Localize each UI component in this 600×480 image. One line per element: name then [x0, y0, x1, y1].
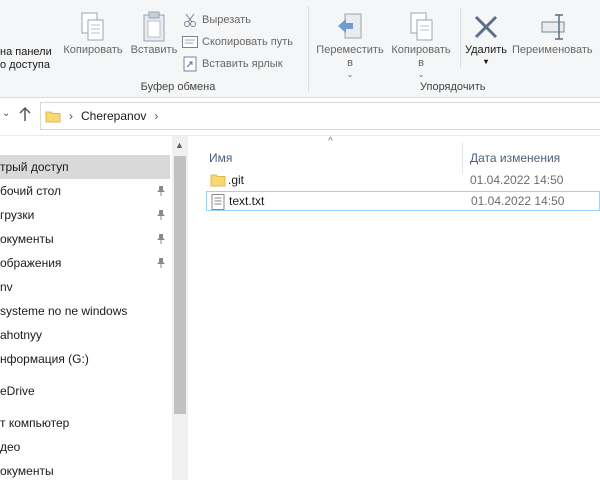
nav-item-pc-documents[interactable]: окументы	[0, 459, 170, 480]
clipboard-group: Копировать Вставить Вырезать Скопировать…	[58, 0, 308, 98]
nav-item-label: део	[0, 440, 21, 454]
nav-scrollbar[interactable]: ▲	[172, 136, 188, 480]
shortcut-icon	[182, 56, 198, 72]
folder-icon	[45, 108, 61, 124]
nav-item-label: окументы	[0, 232, 54, 246]
nav-item-label: ahotnyy	[0, 328, 43, 342]
chevron-down-icon: ⌄	[346, 70, 354, 79]
paste-button[interactable]: Вставить	[128, 10, 180, 57]
ribbon-separator	[460, 8, 461, 68]
copy-to-button[interactable]: Копировать в ⌄	[386, 10, 456, 79]
nav-item-label: грузки	[0, 208, 35, 222]
ribbon: на панели о доступа Копировать Вставить …	[0, 0, 600, 98]
copy-path-label: Скопировать путь	[202, 36, 293, 48]
pin-label-line2: о доступа	[0, 59, 50, 71]
nav-item-desktop[interactable]: бочий стол	[0, 179, 170, 203]
nav-item-systeme[interactable]: systeme no ne windows	[0, 299, 170, 323]
text-file-icon	[211, 194, 227, 210]
folder-icon	[210, 172, 226, 188]
copy-icon	[60, 10, 126, 44]
copy-path-button[interactable]: Скопировать путь	[182, 32, 293, 52]
delete-x-icon	[462, 10, 510, 44]
chevron-down-icon: ▾	[483, 57, 488, 66]
pin-icon	[156, 209, 166, 221]
nav-item-documents[interactable]: окументы	[0, 227, 170, 251]
file-list: ^ Имя Дата изменения .git 01.04.2022 14:…	[188, 136, 600, 480]
nav-item-downloads[interactable]: грузки	[0, 203, 170, 227]
delete-label: Удалить	[465, 44, 507, 56]
ribbon-separator	[308, 6, 309, 92]
breadcrumb-cherepanov[interactable]: Cherepanov	[81, 109, 146, 123]
move-to-icon	[314, 10, 386, 44]
address-bar[interactable]: › Cherepanov ›	[40, 102, 600, 130]
nav-item-this-pc[interactable]: т компьютер	[0, 411, 170, 435]
copy-label: Копировать	[63, 44, 123, 56]
cut-button[interactable]: Вырезать	[182, 10, 251, 30]
organize-group: Переместить в ⌄ Копировать в ⌄ Удалить ▾…	[310, 0, 600, 98]
file-name: text.txt	[229, 194, 265, 208]
chevron-right-icon[interactable]: ›	[154, 109, 158, 123]
clipboard-group-label: Буфер обмена	[140, 81, 216, 93]
delete-button[interactable]: Удалить ▾	[462, 10, 510, 66]
pin-to-quick-access-button[interactable]: на панели о доступа	[0, 6, 52, 72]
up-arrow-icon[interactable]	[18, 106, 32, 125]
scissors-icon	[182, 12, 198, 28]
paste-label: Вставить	[130, 44, 178, 56]
nav-item-pictures[interactable]: ображения	[0, 251, 170, 275]
copy-to-icon	[386, 10, 456, 44]
cut-label: Вырезать	[202, 14, 251, 26]
nav-item-nv[interactable]: nv	[0, 275, 170, 299]
paste-shortcut-button[interactable]: Вставить ярлык	[182, 54, 283, 74]
nav-item-label: nv	[0, 280, 13, 294]
column-header-name-label: Имя	[209, 151, 233, 165]
nav-scrollbar-thumb[interactable]	[174, 156, 186, 414]
navigation-pane: трый доступ бочий стол грузки окументы о…	[0, 136, 188, 480]
nav-item-onedrive[interactable]: eDrive	[0, 379, 170, 403]
pin-icon	[156, 233, 166, 245]
nav-item-label: окументы	[0, 464, 54, 478]
address-row: ⌄ › Cherepanov ›	[0, 98, 600, 136]
file-row-text-txt[interactable]: text.txt 01.04.2022 14:50	[206, 191, 600, 211]
nav-item-videos[interactable]: део	[0, 435, 170, 459]
rename-icon	[512, 10, 600, 44]
column-header-date-label: Дата изменения	[470, 151, 561, 165]
copy-button[interactable]: Копировать	[60, 10, 126, 57]
copy-to-label-line1: Копировать	[391, 44, 451, 56]
nav-item-label: т компьютер	[0, 416, 70, 430]
nav-item-label: eDrive	[0, 384, 35, 398]
scroll-up-arrow-icon[interactable]: ▲	[175, 140, 184, 150]
chevron-down-icon: ⌄	[417, 70, 425, 79]
chevron-right-icon[interactable]: ›	[69, 109, 73, 123]
copy-path-icon	[182, 34, 198, 50]
file-date: 01.04.2022 14:50	[471, 194, 565, 208]
file-date: 01.04.2022 14:50	[470, 173, 564, 187]
nav-item-ahotnyy[interactable]: ahotnyy	[0, 323, 170, 347]
nav-item-label: нформация (G:)	[0, 352, 89, 366]
paste-shortcut-label: Вставить ярлык	[202, 58, 283, 70]
pin-icon	[156, 257, 166, 269]
nav-item-quick-access[interactable]: трый доступ	[0, 155, 170, 179]
nav-item-label: бочий стол	[0, 184, 62, 198]
move-to-label-line2: в	[347, 57, 353, 69]
pin-icon	[156, 185, 166, 197]
nav-item-label: трый доступ	[0, 160, 69, 174]
nav-item-label: ображения	[0, 256, 62, 270]
recent-locations-chevron-icon[interactable]: ⌄	[2, 108, 10, 119]
file-row-git[interactable]: .git 01.04.2022 14:50	[206, 170, 600, 190]
organize-group-label: Упорядочить	[420, 81, 486, 93]
copy-to-label-line2: в	[418, 57, 424, 69]
rename-button[interactable]: Переименовать	[512, 10, 600, 57]
rename-label: Переименовать	[512, 44, 593, 56]
move-to-button[interactable]: Переместить в ⌄	[314, 10, 386, 79]
paste-icon	[128, 10, 180, 44]
file-name: .git	[228, 173, 245, 187]
pin-label-line1: на панели	[0, 46, 52, 58]
nav-item-drive-g[interactable]: нформация (G:)	[0, 347, 170, 371]
move-to-label-line1: Переместить	[316, 44, 384, 56]
nav-item-label: systeme no ne windows	[0, 304, 128, 318]
